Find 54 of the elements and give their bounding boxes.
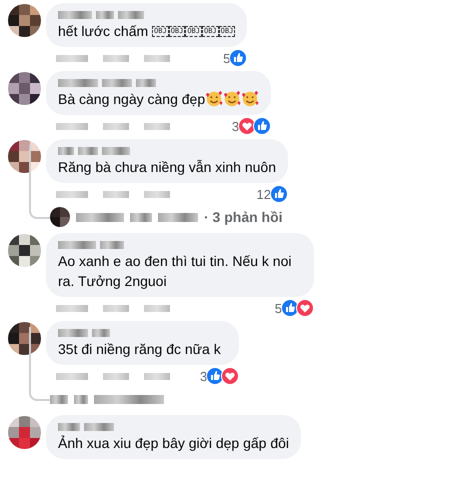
- blurred-name: [58, 11, 92, 19]
- blurred-action: [56, 304, 88, 312]
- blurred-reply: [158, 212, 198, 222]
- blurred-reply: [94, 394, 164, 404]
- comment-text: Răng bà chưa niềng vẫn xinh nuôn: [58, 158, 276, 177]
- blurred-name: [118, 11, 144, 19]
- blurred-name: [58, 147, 74, 155]
- blurred-name: [92, 329, 110, 337]
- reaction-count: 12: [256, 186, 271, 202]
- reaction-count: 5: [274, 300, 282, 316]
- blurred-action: [56, 190, 88, 198]
- blurred-name: [136, 79, 156, 87]
- blurred-reply: [74, 394, 88, 404]
- blurred-action: [144, 54, 170, 62]
- thumbs-up-icon[interactable]: [270, 185, 288, 203]
- blurred-action: [56, 122, 88, 130]
- thumbs-up-icon[interactable]: [229, 49, 248, 67]
- reaction-count: 3: [232, 118, 240, 134]
- blurred-reply: [76, 212, 124, 222]
- blurred-name: [102, 147, 130, 155]
- smiling-face-hearts-icon: [205, 90, 224, 108]
- thumbs-up-icon[interactable]: [253, 117, 272, 135]
- blurred-action: [103, 190, 129, 198]
- comment-text: Ao xanh e ao đen thì tui tin. Nếu k noi ra. Tưởng 2nguoi: [58, 252, 292, 291]
- comment-text: Ảnh xua xiu đẹp bây giời dẹp gấp đôi: [58, 434, 290, 453]
- blurred-name: [58, 329, 88, 337]
- blurred-name: [78, 147, 98, 155]
- blurred-action: [144, 190, 170, 198]
- blurred-reply: [50, 394, 68, 404]
- blurred-name: [58, 423, 80, 431]
- blurred-name: [58, 241, 96, 249]
- blurred-name: [100, 241, 124, 249]
- smiling-face-hearts-icon: [241, 90, 260, 108]
- blurred-name: [96, 11, 114, 19]
- smiling-face-hearts-icon: [223, 90, 242, 108]
- blurred-action: [56, 54, 88, 62]
- blurred-name: [58, 79, 98, 87]
- reaction-count: 5: [223, 50, 230, 66]
- blurred-action: [144, 122, 170, 130]
- blurred-action: [144, 372, 170, 380]
- blurred-action: [103, 372, 129, 380]
- blurred-action: [144, 304, 170, 312]
- blurred-action: [56, 372, 88, 380]
- replies-link[interactable]: · 3 phản hồi: [204, 209, 283, 225]
- comment-text: 35t đi niềng răng đc nữa k: [58, 340, 221, 359]
- blurred-name: [84, 423, 114, 431]
- comment-text: hết lước chấm: [58, 22, 150, 41]
- blurred-reply: [130, 212, 152, 222]
- blurred-action: [103, 122, 129, 130]
- blurred-name: [102, 79, 132, 87]
- reaction-count: 3: [200, 368, 208, 384]
- blurred-action: [103, 54, 129, 62]
- blurred-action: [103, 304, 129, 312]
- comment-text: Bà càng ngày càng đẹp: [58, 90, 206, 109]
